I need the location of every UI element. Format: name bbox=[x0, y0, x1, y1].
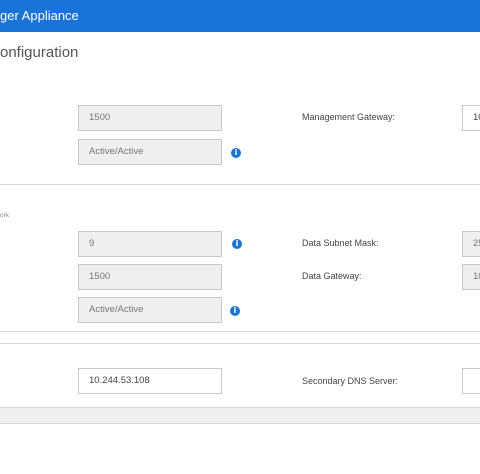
section-divider bbox=[0, 331, 480, 332]
data-network-caption: ork bbox=[0, 212, 10, 219]
data-gateway-field: 10 bbox=[462, 264, 480, 290]
info-icon[interactable]: i bbox=[231, 148, 241, 158]
primary-dns-input[interactable]: 10.244.53.108 bbox=[78, 368, 222, 394]
info-icon[interactable]: i bbox=[230, 306, 240, 316]
data-mode-field: Active/Active bbox=[78, 297, 222, 323]
app-header: ger Appliance bbox=[0, 0, 480, 32]
section-divider bbox=[0, 343, 480, 344]
secondary-dns-label: Secondary DNS Server: bbox=[302, 376, 399, 386]
data-field-1: 9 bbox=[78, 231, 222, 257]
data-subnet-field: 25 bbox=[462, 231, 480, 257]
management-mtu-field: 1500 bbox=[78, 105, 222, 131]
secondary-dns-input[interactable] bbox=[462, 368, 480, 394]
data-gateway-label: Data Gateway: bbox=[302, 271, 362, 281]
section-divider bbox=[0, 184, 480, 185]
management-mode-field: Active/Active bbox=[78, 139, 222, 165]
data-subnet-label: Data Subnet Mask: bbox=[302, 238, 379, 248]
management-gateway-label: Management Gateway: bbox=[302, 112, 396, 122]
info-icon[interactable]: i bbox=[232, 239, 242, 249]
page-title: onfiguration bbox=[0, 44, 79, 61]
app-title: ger Appliance bbox=[0, 8, 79, 23]
footer-bar bbox=[0, 407, 480, 424]
management-gateway-input[interactable]: 10 bbox=[462, 105, 480, 131]
data-mtu-field: 1500 bbox=[78, 264, 222, 290]
